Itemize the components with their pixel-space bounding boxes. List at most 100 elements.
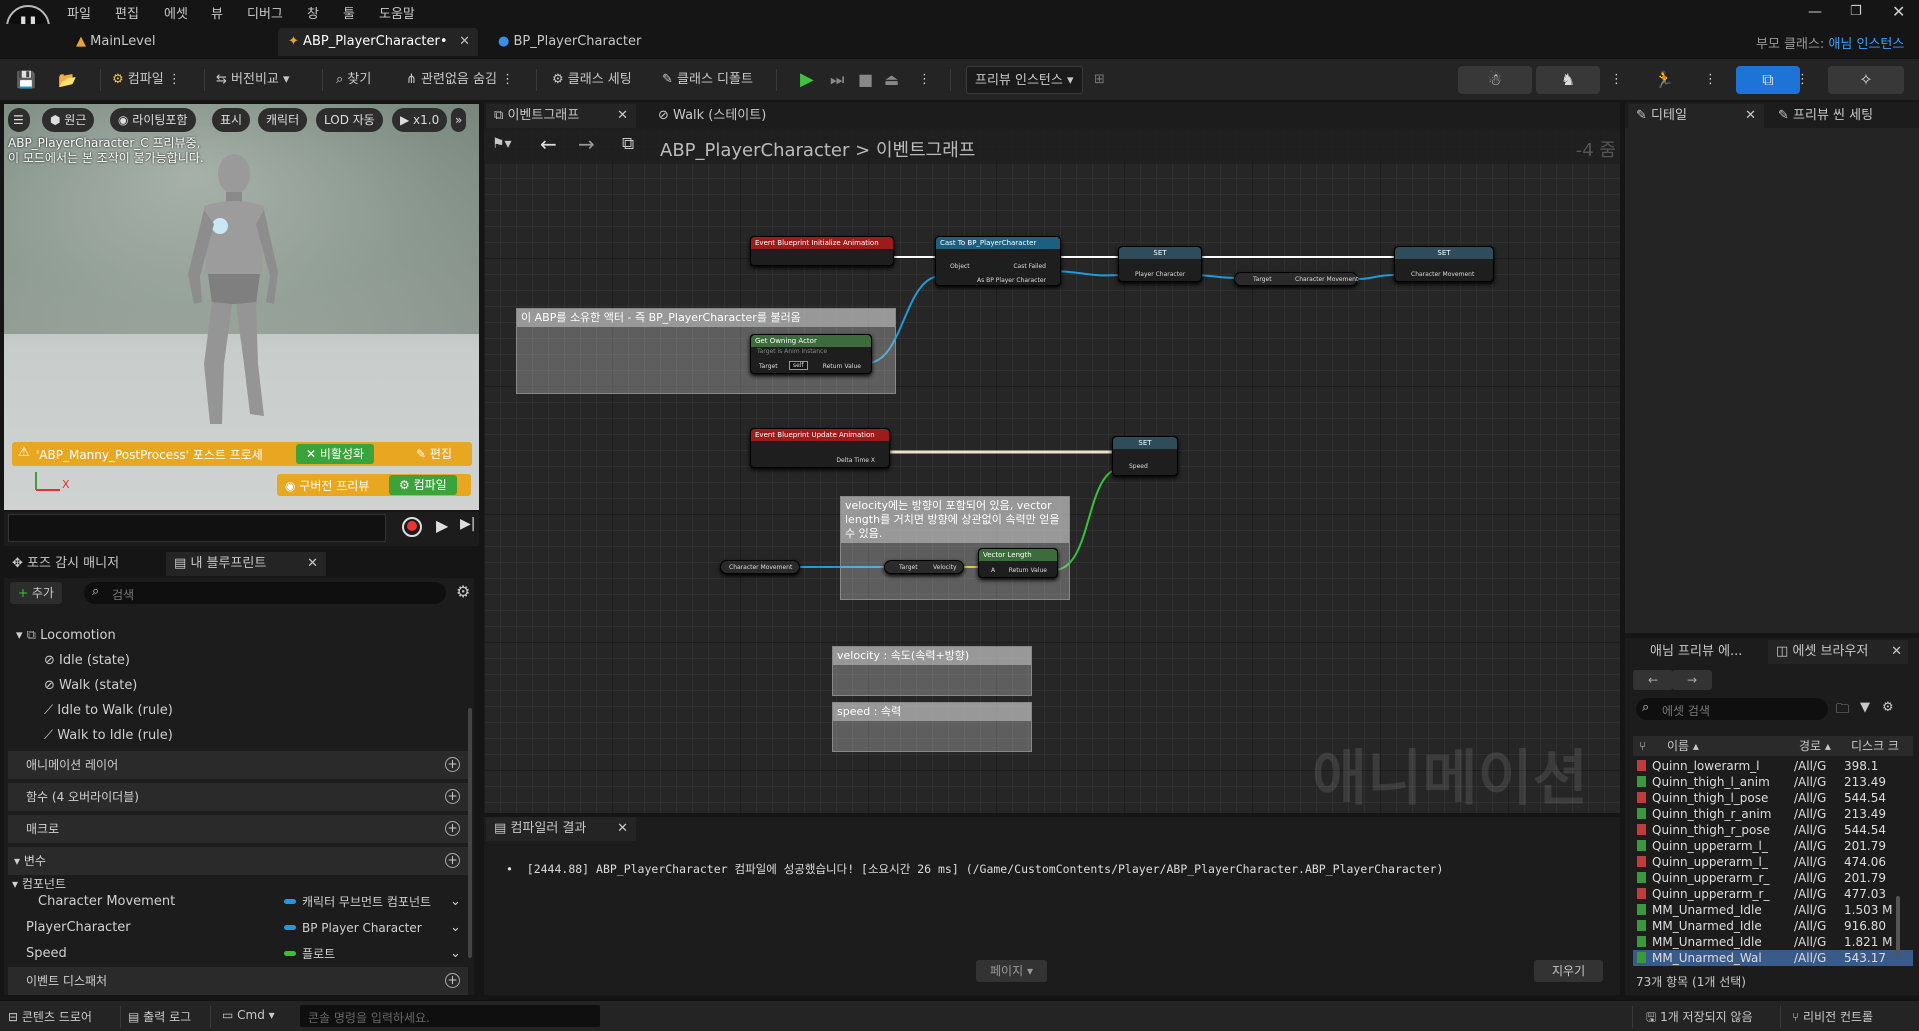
asset-row[interactable]: Quinn_upperarm_r_ /All/G 201.79 (1633, 870, 1913, 886)
variables-section[interactable]: ▾ 변수 + (8, 847, 468, 875)
tab-bp-player-character[interactable]: ● BP_PlayerCharacter (488, 28, 651, 56)
asset-row[interactable]: MM_Unarmed_Idle/All/G 916.80 (1633, 918, 1913, 934)
show-button[interactable]: 표시 (212, 108, 251, 132)
hide-unrelated-button[interactable]: ⋔ 관련없음 숨김 ⋮ (406, 65, 514, 95)
idle-to-walk-rule-item[interactable]: ⟋ Idle to Walk (rule) (44, 703, 173, 718)
tab-abp-player-character[interactable]: ✦ ABP_PlayerCharacter• ✕ (278, 28, 478, 56)
variable-row[interactable]: Speed 플로트 ⌄ (8, 942, 468, 966)
asset-row[interactable]: Quinn_upperarm_r_ /All/G 477.03 (1633, 886, 1913, 902)
lit-button[interactable]: ◉ 라이팅포함 (110, 108, 196, 132)
menu-edit[interactable]: 편집 (115, 3, 139, 22)
unsaved-button[interactable]: 🖫 1개 저장되지 않음 (1646, 1008, 1753, 1029)
filter-icon[interactable]: ▼ (1860, 700, 1870, 715)
event-update-animation-node[interactable]: Event Blueprint Update Animation Delta T… (750, 428, 890, 468)
cast-to-bp-node[interactable]: Cast To BP_PlayerCharacter Object Cast F… (935, 236, 1061, 286)
column-toggle-icon[interactable]: ⑂ (1639, 736, 1646, 756)
add-button[interactable]: + 추가 (10, 582, 62, 604)
event-dispatchers-section[interactable]: 이벤트 디스패처 + (8, 967, 468, 995)
revision-control-button[interactable]: ⑂ 리비전 컨트롤 (1792, 1008, 1873, 1025)
skeleton-mode-button[interactable]: ☃ (1458, 66, 1532, 94)
anim-layers-section[interactable]: 애니메이션 레이어 + (8, 751, 468, 779)
event-initialize-animation-node[interactable]: Event Blueprint Initialize Animation (750, 236, 894, 266)
tab-preview-scene-settings[interactable]: ✎ 프리뷰 씬 세팅 (1770, 104, 1881, 128)
menu-tools[interactable]: 툴 (343, 3, 355, 22)
clear-button[interactable]: 지우기 (1534, 960, 1604, 982)
play-preview-icon[interactable]: ▶ (436, 516, 448, 535)
mesh-mode-button[interactable]: ♞ (1536, 66, 1600, 94)
menu-asset[interactable]: 에셋 (164, 3, 188, 22)
playback-speed-button[interactable]: ▶ x1.0 (392, 108, 448, 132)
tab-walk-state[interactable]: ⊘ Walk (스테이트) (650, 104, 774, 128)
folder-icon[interactable]: 🗀 (1836, 700, 1849, 722)
step-forward-icon[interactable]: ▶| (460, 516, 475, 532)
perspective-button[interactable]: ⬢ 원근 (42, 108, 95, 132)
step-icon[interactable]: ⏭ (830, 65, 844, 95)
close-tab-icon[interactable]: ✕ (617, 104, 628, 128)
preview-viewport[interactable]: ☰ ⬢ 원근 ◉ 라이팅포함 표시 캐릭터 LOD 자동 ▶ x1.0 » AB… (4, 104, 479, 510)
console-input[interactable]: 콘솔 명령을 입력하세요. (300, 1005, 600, 1027)
edit-button[interactable]: ✎ 편집 (408, 444, 460, 464)
more-icon[interactable]: ⋮ (918, 65, 931, 95)
asset-row[interactable]: MM_Unarmed_Idle/All/G 1.821 M (1633, 934, 1913, 950)
asset-row[interactable]: Quinn_thigh_r_pose/All/G 544.54 (1633, 822, 1913, 838)
stop-icon[interactable]: ■ (858, 65, 873, 95)
breadcrumb-root[interactable]: ABP_PlayerCharacter (660, 140, 849, 161)
more-icon[interactable]: ⋮ (1610, 65, 1623, 95)
output-log-button[interactable]: ▤ 출력 로그 (128, 1008, 191, 1025)
comment-box[interactable]: speed : 속력 (832, 702, 1032, 752)
menu-debug[interactable]: 디버그 (247, 3, 283, 22)
tab-compiler-results[interactable]: ▤ 컴파일러 결과 ✕ (486, 817, 636, 841)
comment-box[interactable]: velocity : 속도(속력+방향) (832, 646, 1032, 696)
character-button[interactable]: 캐릭터 (258, 108, 308, 132)
add-variable-icon[interactable]: + (445, 853, 460, 868)
page-dropdown[interactable]: 페이지 ▾ (976, 960, 1047, 982)
self-field[interactable]: self (789, 361, 808, 370)
tab-details[interactable]: ✎ 디테일 ✕ (1628, 104, 1764, 128)
asset-search-input[interactable]: ⌕ 에셋 검색 (1636, 698, 1828, 720)
chevron-down-icon[interactable]: ⌄ (450, 942, 461, 966)
more-icon[interactable]: ⋮ (1796, 65, 1809, 95)
locomotion-tree-item[interactable]: ▾ ⧉ Locomotion (16, 628, 116, 643)
menu-help[interactable]: 도움말 (379, 3, 415, 22)
close-tab-icon[interactable]: ✕ (307, 552, 318, 576)
tab-main-level[interactable]: ▲ MainLevel (66, 28, 166, 56)
asset-row[interactable]: Quinn_upperarm_l_ /All/G 474.06 (1633, 854, 1913, 870)
settings-icon[interactable]: ⚙ (456, 582, 470, 601)
variable-row[interactable]: PlayerCharacter BP Player Character ⌄ (8, 916, 468, 940)
add-dispatcher-icon[interactable]: + (445, 973, 460, 988)
timeline-scrubber[interactable] (8, 514, 386, 542)
eject-icon[interactable]: ⏏ (884, 65, 899, 95)
blueprint-mode-button[interactable]: ⧉ (1736, 66, 1800, 94)
viewport-menu-icon[interactable]: ☰ (8, 108, 30, 132)
close-tab-icon[interactable]: ✕ (617, 817, 628, 841)
macros-section[interactable]: 매크로 + (8, 815, 468, 843)
event-graph-canvas[interactable]: 이 ABP를 소유한 액터 - 즉 BP_PlayerCharacter를 불러… (484, 130, 1620, 813)
cmd-dropdown[interactable]: ▭ Cmd ▾ (222, 1008, 275, 1022)
minimize-icon[interactable]: — (1808, 4, 1822, 20)
viewport-compile-button[interactable]: ⚙ 컴파일 (389, 475, 457, 495)
debug-filter-icon[interactable]: ⊞ (1094, 65, 1105, 95)
get-velocity-node[interactable]: Target Velocity (884, 560, 964, 574)
animation-mode-button[interactable]: 🏃 (1632, 66, 1696, 94)
column-disk-size[interactable]: 디스크 크 (1851, 736, 1899, 756)
compile-button[interactable]: ⚙ 컴파일 ⋮ (112, 65, 181, 95)
disable-button[interactable]: ✕ 비활성화 (296, 444, 375, 464)
column-path[interactable]: 경로 ▴ (1799, 736, 1831, 756)
variable-row[interactable]: Character Movement 캐릭터 무브먼트 컴포넌트 ⌄ (8, 890, 468, 914)
menu-file[interactable]: 파일 (67, 3, 91, 22)
add-anim-layer-icon[interactable]: + (445, 757, 460, 772)
close-tab-icon[interactable]: ✕ (1891, 640, 1902, 664)
asset-row[interactable]: Quinn_thigh_l_pose/All/G 544.54 (1633, 790, 1913, 806)
back-arrow-icon[interactable]: ← (540, 132, 557, 156)
asset-row[interactable]: MM_Unarmed_Wal/All/G 543.17 (1633, 950, 1913, 966)
save-icon[interactable]: 💾 (16, 65, 36, 95)
idle-state-item[interactable]: ⊘ Idle (state) (44, 653, 130, 668)
set-speed-node[interactable]: SET Speed (1112, 436, 1178, 476)
browse-icon[interactable]: 📂 (58, 65, 77, 95)
menu-view[interactable]: 뷰 (211, 3, 223, 22)
parent-class-link[interactable]: 애님 인스턴스 (1828, 37, 1904, 52)
class-settings-button[interactable]: ⚙ 클래스 세팅 (552, 65, 632, 95)
get-character-movement-var-node[interactable]: Character Movement (720, 560, 800, 574)
get-owning-actor-node[interactable]: Get Owning Actor Target is Anim Instance… (750, 334, 872, 374)
column-name[interactable]: 이름 ▴ (1667, 736, 1699, 756)
